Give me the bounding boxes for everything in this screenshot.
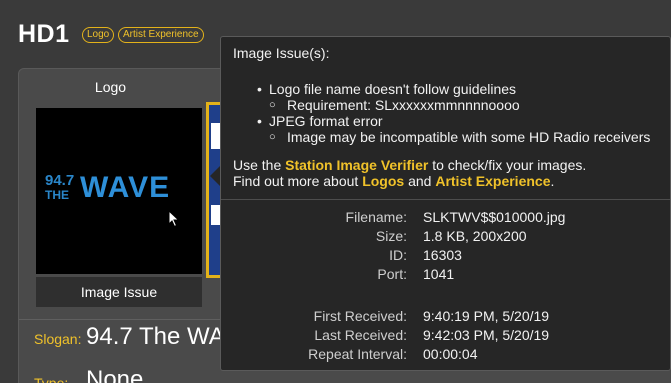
tooltip-arrow <box>210 166 220 186</box>
issue-item: JPEG format error <box>257 113 650 129</box>
detail-key: Size: <box>375 228 407 244</box>
logo-heading: Logo <box>94 79 127 95</box>
logo-art-number: 94.7 <box>45 172 75 189</box>
issue-list: Logo file name doesn't follow guidelines… <box>257 81 650 145</box>
station-image-verifier-link[interactable]: Station Image Verifier <box>285 157 428 173</box>
issue-detail: Requirement: SLxxxxxxmmnnnnoooo <box>257 97 650 113</box>
type-label: Type: <box>34 375 69 383</box>
detail-key: Port: <box>377 266 407 282</box>
logo-art-the: THE <box>45 188 69 202</box>
detail-value: 16303 <box>423 247 462 263</box>
detail-filename: Filename: SLKTWV$$010000.jpg <box>221 209 670 226</box>
verifier-suffix: to check/fix your images. <box>432 157 587 173</box>
slogan-label: Slogan: <box>34 331 82 347</box>
detail-repeat-interval: Repeat Interval: 00:00:04 <box>221 346 670 363</box>
learn-more-suffix: . <box>550 173 555 189</box>
detail-key: Repeat Interval: <box>308 346 407 362</box>
detail-value: 9:42:03 PM, 5/20/19 <box>423 327 550 343</box>
detail-key: First Received: <box>313 308 407 324</box>
mouse-cursor-icon <box>168 210 180 228</box>
tag-logo[interactable]: Logo <box>82 27 115 43</box>
detail-port: Port: 1041 <box>221 266 670 283</box>
logos-link[interactable]: Logos <box>362 173 404 189</box>
detail-value: 1.8 KB, 200x200 <box>423 228 527 244</box>
detail-last-received: Last Received: 9:42:03 PM, 5/20/19 <box>221 327 670 344</box>
channel-title: HD1 <box>18 20 70 48</box>
tooltip-title: Image Issue(s): <box>233 45 330 61</box>
verifier-line: Use the Station Image Verifier to check/… <box>233 157 586 173</box>
issue-detail: Image may be incompatible with some HD R… <box>257 129 650 145</box>
artist-experience-link[interactable]: Artist Experience <box>435 173 550 189</box>
detail-key: Last Received: <box>314 327 407 343</box>
learn-more-prefix: Find out more about <box>233 173 359 189</box>
learn-more-and: and <box>408 173 432 189</box>
detail-value: 1041 <box>423 266 455 282</box>
detail-key: ID: <box>389 247 407 263</box>
learn-more-line: Find out more about Logos and Artist Exp… <box>233 173 554 189</box>
detail-first-received: First Received: 9:40:19 PM, 5/20/19 <box>221 308 670 325</box>
slogan-value: 94.7 The WA <box>86 323 225 350</box>
issue-item: Logo file name doesn't follow guidelines <box>257 81 650 97</box>
detail-key: Filename: <box>345 209 407 225</box>
divider <box>19 319 234 320</box>
logo-image[interactable]: 94.7 THE WAVE <box>36 108 202 274</box>
detail-size: Size: 1.8 KB, 200x200 <box>221 228 670 245</box>
detail-id: ID: 16303 <box>221 247 670 264</box>
detail-value: 9:40:19 PM, 5/20/19 <box>423 308 550 324</box>
tag-artist-experience[interactable]: Artist Experience <box>118 27 204 43</box>
detail-value: 00:00:04 <box>423 346 478 362</box>
image-issue-tooltip: Image Issue(s): Logo file name doesn't f… <box>220 36 671 371</box>
type-value: None <box>86 366 144 383</box>
logo-art: 94.7 THE WAVE <box>42 171 196 211</box>
verifier-prefix: Use the <box>233 157 282 173</box>
logo-art-word: WAVE <box>80 171 171 204</box>
tooltip-separator <box>221 199 670 200</box>
image-issue-status[interactable]: Image Issue <box>36 277 202 307</box>
detail-value: SLKTWV$$010000.jpg <box>423 209 566 225</box>
